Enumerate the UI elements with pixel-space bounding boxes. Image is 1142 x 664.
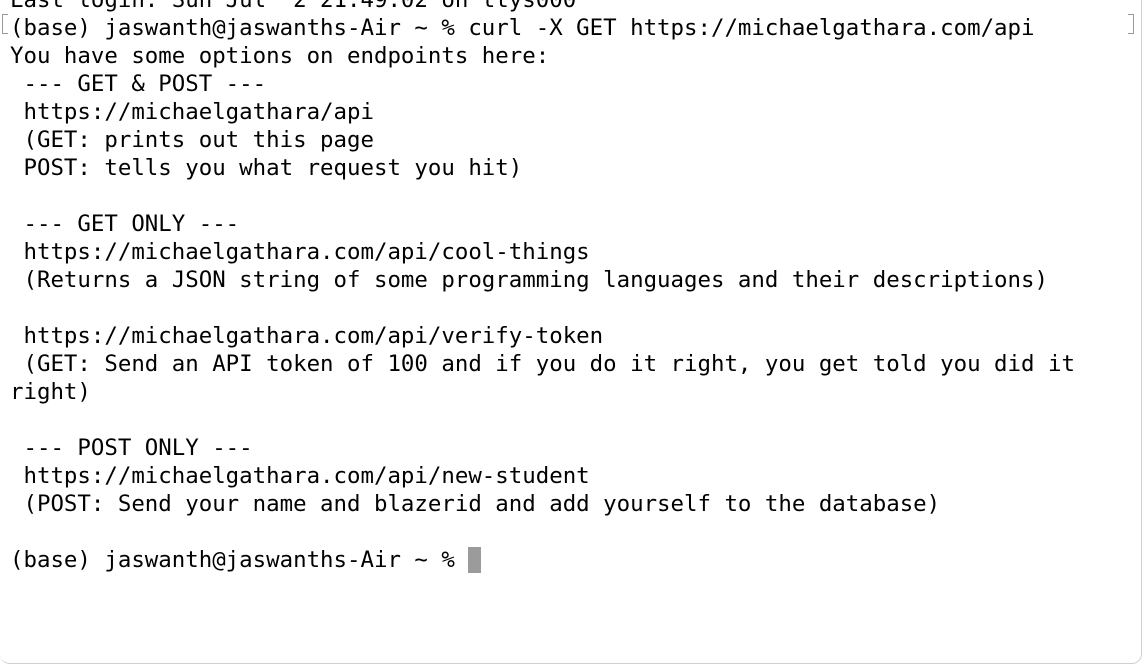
- output-line: (POST: Send your name and blazerid and a…: [10, 491, 941, 517]
- prompt-line[interactable]: (base) jaswanth@jaswanths-Air ~ %: [10, 546, 1141, 574]
- output-line: (Returns a JSON string of some programmi…: [10, 267, 1048, 293]
- output-line: (GET: Send an API token of 100 and if yo…: [10, 351, 1075, 377]
- line-mark-left: [2, 14, 8, 34]
- command-line: (base) jaswanth@jaswanths-Air ~ % curl -…: [10, 15, 1035, 41]
- output-line: https://michaelgathara.com/api/verify-to…: [10, 323, 604, 349]
- terminal-output: Last login: Sun Jul 2 21:49:02 on ttys00…: [10, 0, 1141, 574]
- output-line: (GET: prints out this page: [10, 127, 374, 153]
- output-line: --- POST ONLY ---: [10, 435, 253, 461]
- output-line: You have some options on endpoints here:: [10, 43, 550, 69]
- output-line: https://michaelgathara.com/api/cool-thin…: [10, 239, 590, 265]
- last-login-line: Last login: Sun Jul 2 21:49:02 on ttys00…: [10, 0, 577, 13]
- terminal-window[interactable]: Last login: Sun Jul 2 21:49:02 on ttys00…: [0, 0, 1142, 664]
- output-line: https://michaelgathara/api: [10, 99, 374, 125]
- text-cursor: [468, 547, 482, 573]
- output-line: https://michaelgathara.com/api/new-stude…: [10, 463, 590, 489]
- shell-prompt: (base) jaswanth@jaswanths-Air ~ %: [10, 547, 469, 573]
- output-line: POST: tells you what request you hit): [10, 155, 523, 181]
- output-line: right): [10, 379, 91, 405]
- output-line: --- GET ONLY ---: [10, 211, 240, 237]
- output-line: --- GET & POST ---: [10, 71, 267, 97]
